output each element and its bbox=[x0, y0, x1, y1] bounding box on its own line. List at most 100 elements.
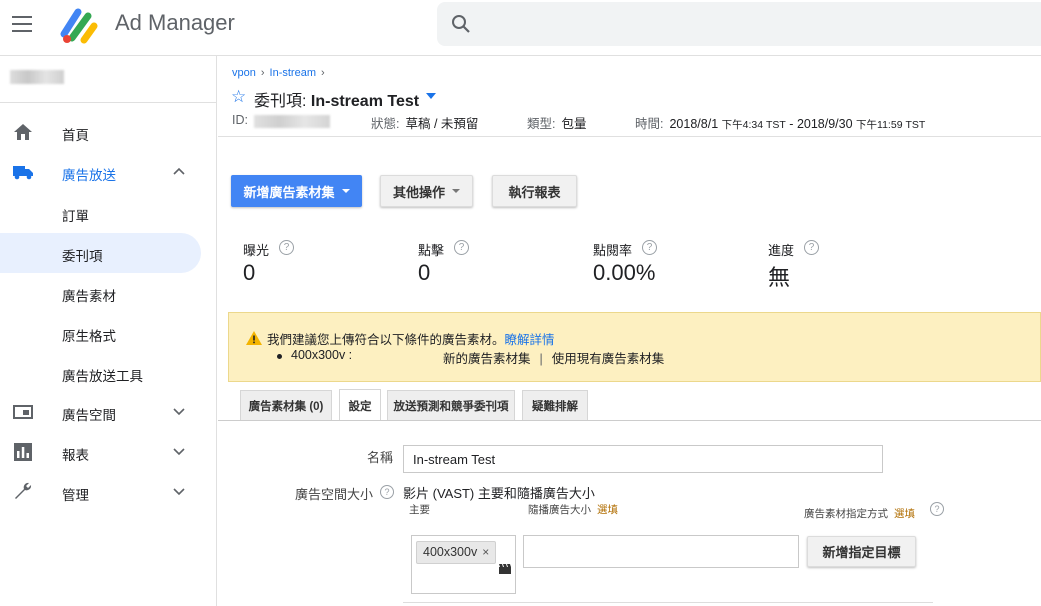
chevron-up-icon[interactable] bbox=[172, 166, 186, 176]
stat-ctr: 點閱率? 0.00% bbox=[593, 240, 658, 285]
ad-manager-logo bbox=[60, 8, 98, 44]
top-app-bar: Ad Manager bbox=[0, 0, 1041, 56]
tab-troubleshoot[interactable]: 疑難排解 bbox=[522, 390, 588, 420]
breadcrumb: vpon › In-stream › bbox=[232, 67, 325, 79]
breadcrumb-order[interactable]: In-stream bbox=[270, 67, 316, 79]
sidebar-item-line-items[interactable]: 委刊項 bbox=[0, 233, 201, 273]
inventory-icon bbox=[13, 405, 33, 419]
sidebar-item-label: 原生格式 bbox=[62, 329, 116, 344]
companion-size-input[interactable] bbox=[523, 535, 799, 568]
divider bbox=[218, 136, 1041, 137]
type-field: 類型: 包量 bbox=[527, 117, 587, 131]
use-existing-creative-set-link[interactable]: 使用現有廣告素材集 bbox=[552, 352, 665, 366]
line-item-name: In-stream Test bbox=[310, 93, 420, 110]
sidebar-item-label: 廣告放送 bbox=[62, 168, 116, 183]
learn-more-link[interactable]: 瞭解詳情 bbox=[505, 333, 555, 347]
help-icon[interactable]: ? bbox=[454, 240, 470, 255]
sidebar-item-label: 訂單 bbox=[62, 209, 89, 224]
stat-value: 0 bbox=[418, 260, 431, 285]
size-chip: 400x300v × bbox=[416, 541, 497, 564]
creative-targeting-label: 廣告素材指定方式 選填 bbox=[804, 508, 915, 520]
optional-link[interactable]: 選填 bbox=[597, 504, 618, 516]
inventory-size-value: 影片 (VAST) 主要和隨播廣告大小 bbox=[403, 486, 595, 501]
id-value-redacted bbox=[254, 115, 330, 128]
caret-down-icon[interactable] bbox=[426, 93, 436, 99]
chevron-down-icon[interactable] bbox=[172, 446, 186, 456]
app-title: Ad Manager bbox=[115, 10, 235, 35]
stat-value: 0.00% bbox=[593, 260, 656, 285]
sidebar-item-label: 廣告放送工具 bbox=[62, 369, 143, 384]
caret-down-icon bbox=[341, 189, 350, 193]
companion-size-label: 隨播廣告大小 選填 bbox=[528, 504, 618, 516]
chevron-down-icon[interactable] bbox=[172, 406, 186, 416]
new-creative-set-link[interactable]: 新的廣告素材集 bbox=[443, 352, 531, 366]
wrench-icon bbox=[15, 482, 32, 499]
sidebar-item-delivery-tools[interactable]: 廣告放送工具 bbox=[0, 353, 217, 393]
inventory-size-label: 廣告空間大小 bbox=[294, 487, 373, 502]
tab-settings[interactable]: 設定 bbox=[339, 389, 381, 421]
caret-down-icon bbox=[452, 189, 460, 193]
divider bbox=[218, 420, 1041, 421]
sidebar-item-label: 廣告空間 bbox=[62, 408, 116, 423]
star-icon[interactable]: ☆ bbox=[231, 87, 246, 107]
master-label: 主要 bbox=[409, 504, 430, 516]
home-icon bbox=[14, 124, 32, 140]
status-value: 草稿 / 未預留 bbox=[405, 117, 479, 131]
master-size-input[interactable]: 400x300v × bbox=[411, 535, 516, 594]
sidebar-item-inventory[interactable]: 廣告空間 bbox=[0, 392, 217, 432]
tab-forecast[interactable]: 放送預測和競爭委刊項 bbox=[387, 390, 515, 420]
banner-text: 我們建議您上傳符合以下條件的廣告素材。瞭解詳情 bbox=[267, 333, 555, 347]
help-icon[interactable]: ? bbox=[279, 240, 295, 255]
bar-chart-icon bbox=[14, 443, 32, 461]
time-field: 時間: 2018/8/1 下午4:34 TST - 2018/9/30 下午11:… bbox=[635, 117, 926, 131]
sidebar-item-home[interactable]: 首頁 bbox=[0, 112, 217, 152]
sidebar-item-label: 首頁 bbox=[62, 128, 89, 143]
sidebar-item-label: 管理 bbox=[62, 488, 89, 503]
creative-recommendation-banner: 我們建議您上傳符合以下條件的廣告素材。瞭解詳情 400x300v : 新的廣告素… bbox=[228, 312, 1041, 382]
sidebar-item-orders[interactable]: 訂單 bbox=[0, 193, 217, 233]
main-content: vpon › In-stream › ☆ 委刊項: In-stream Test ID… bbox=[218, 56, 1041, 606]
time-start: 2018/8/1 bbox=[669, 117, 719, 131]
help-icon[interactable]: ? bbox=[804, 240, 820, 255]
optional-link[interactable]: 選填 bbox=[894, 508, 915, 520]
help-icon[interactable]: ? bbox=[380, 485, 394, 499]
sidebar-item-delivery[interactable]: 廣告放送 bbox=[0, 152, 217, 192]
type-value: 包量 bbox=[561, 117, 587, 131]
divider bbox=[0, 102, 217, 103]
sidebar-item-admin[interactable]: 管理 bbox=[0, 472, 217, 512]
sidebar-item-label: 廣告素材 bbox=[62, 289, 116, 304]
title-prefix: 委刊項: bbox=[254, 93, 311, 110]
sidebar-item-native[interactable]: 原生格式 bbox=[0, 313, 217, 353]
search-bar[interactable] bbox=[437, 2, 1041, 46]
search-icon[interactable] bbox=[451, 14, 471, 34]
new-creative-set-button[interactable]: 新增廣告素材集 bbox=[231, 175, 362, 207]
run-report-button[interactable]: 執行報表 bbox=[492, 175, 577, 207]
tab-creative-sets[interactable]: 廣告素材集 (0) bbox=[240, 390, 332, 420]
menu-icon[interactable] bbox=[12, 16, 32, 32]
network-name-redacted bbox=[10, 70, 64, 84]
stat-clicks: 點擊? 0 bbox=[418, 240, 470, 286]
id-label: ID: bbox=[232, 113, 248, 127]
chevron-down-icon[interactable] bbox=[172, 486, 186, 496]
name-label: 名稱 bbox=[366, 450, 393, 465]
divider bbox=[403, 602, 933, 603]
remove-icon[interactable]: × bbox=[482, 542, 489, 563]
stat-impressions: 曝光? 0 bbox=[243, 240, 295, 286]
sidebar: 首頁 廣告放送 訂單 委刊項 廣告素材 原生格式 廣告放送工具 廣告空間 報表 … bbox=[0, 56, 217, 606]
more-actions-button[interactable]: 其他操作 bbox=[380, 175, 473, 207]
breadcrumb-network[interactable]: vpon bbox=[232, 67, 256, 79]
time-end: 2018/9/30 bbox=[796, 117, 853, 131]
sidebar-item-label: 報表 bbox=[62, 448, 89, 463]
status-field: 狀態: 草稿 / 未預留 bbox=[371, 117, 479, 131]
stat-progress: 進度? 無 bbox=[768, 240, 820, 292]
name-field[interactable] bbox=[403, 445, 883, 473]
page-title: 委刊項: In-stream Test bbox=[254, 87, 419, 111]
warning-icon bbox=[246, 331, 262, 345]
stat-value: 0 bbox=[243, 260, 256, 285]
sidebar-item-creatives[interactable]: 廣告素材 bbox=[0, 273, 217, 313]
truck-icon bbox=[13, 166, 33, 180]
add-targeting-button[interactable]: 新增指定目標 bbox=[807, 536, 916, 567]
help-icon[interactable]: ? bbox=[642, 240, 658, 255]
help-icon[interactable]: ? bbox=[930, 502, 944, 516]
sidebar-item-reports[interactable]: 報表 bbox=[0, 432, 217, 472]
